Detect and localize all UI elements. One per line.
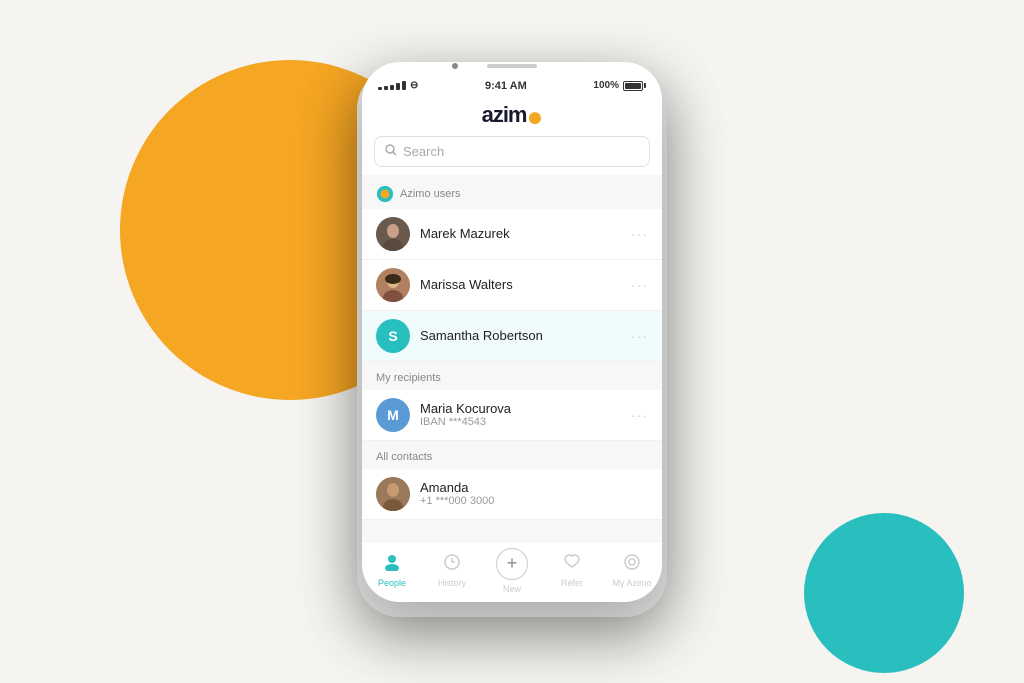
- avatar-marek: [376, 217, 410, 251]
- search-input-wrapper[interactable]: Search: [374, 136, 650, 167]
- contact-sub-maria: IBAN ***4543: [420, 416, 621, 428]
- all-contacts-label: All contacts: [376, 451, 432, 463]
- nav-new[interactable]: + New: [482, 548, 542, 594]
- app-header: azim●: [362, 96, 662, 136]
- more-icon-samantha[interactable]: ···: [631, 328, 648, 344]
- contact-amanda[interactable]: Amanda +1 ***000 3000: [362, 469, 662, 520]
- scene: ⊖ 9:41 AM 100% azim●: [292, 22, 732, 662]
- search-placeholder: Search: [403, 144, 444, 159]
- wifi-icon: ⊖: [410, 80, 418, 91]
- contact-name-amanda: Amanda: [420, 480, 648, 495]
- battery-percent: 100%: [593, 80, 619, 91]
- people-icon: [383, 553, 401, 576]
- contact-info-amanda: Amanda +1 ***000 3000: [420, 480, 648, 507]
- phone-frame: ⊖ 9:41 AM 100% azim●: [362, 62, 662, 602]
- nav-new-label: New: [503, 584, 521, 594]
- status-right: 100%: [593, 80, 646, 91]
- more-icon-marissa[interactable]: ···: [631, 277, 648, 293]
- section-my-recipients: My recipients: [362, 362, 662, 390]
- phone-top-bar: [362, 62, 662, 72]
- section-azimo-users: Azimo users: [362, 175, 662, 209]
- contact-marek[interactable]: Marek Mazurek ···: [362, 209, 662, 260]
- status-time: 9:41 AM: [485, 80, 527, 92]
- status-bar: ⊖ 9:41 AM 100%: [362, 72, 662, 96]
- contact-samantha[interactable]: S Samantha Robertson ···: [362, 311, 662, 362]
- nav-add-button[interactable]: +: [496, 548, 528, 580]
- search-icon: [385, 144, 397, 159]
- contact-info-maria: Maria Kocurova IBAN ***4543: [420, 401, 621, 428]
- nav-refer-label: Refer: [561, 578, 583, 588]
- azimo-section-icon: [376, 185, 394, 203]
- status-left: ⊖: [378, 80, 418, 91]
- signal-icon: [378, 81, 406, 90]
- avatar-letter-samantha: S: [388, 328, 397, 344]
- avatar-marissa: [376, 268, 410, 302]
- bottom-nav: People History +: [362, 541, 662, 602]
- my-recipients-label: My recipients: [376, 372, 441, 384]
- contact-info-samantha: Samantha Robertson: [420, 328, 621, 343]
- nav-my-azimo[interactable]: My Azimo: [602, 553, 662, 588]
- nav-people-label: People: [378, 578, 406, 588]
- more-icon-marek[interactable]: ···: [631, 226, 648, 242]
- azimo-users-label: Azimo users: [400, 188, 461, 200]
- contact-info-marek: Marek Mazurek: [420, 226, 621, 241]
- contact-marissa[interactable]: Marissa Walters ···: [362, 260, 662, 311]
- bg-teal-circle: [804, 513, 964, 673]
- more-icon-maria[interactable]: ···: [631, 407, 648, 423]
- contact-name-maria: Maria Kocurova: [420, 401, 621, 416]
- my-azimo-icon: [623, 553, 641, 576]
- battery-icon: [623, 81, 646, 91]
- contact-name-samantha: Samantha Robertson: [420, 328, 621, 343]
- search-bar: Search: [374, 136, 650, 167]
- nav-history[interactable]: History: [422, 553, 482, 588]
- contact-sub-amanda: +1 ***000 3000: [420, 495, 648, 507]
- nav-my-azimo-label: My Azimo: [612, 578, 651, 588]
- section-all-contacts: All contacts: [362, 441, 662, 469]
- phone-speaker: [487, 64, 537, 68]
- contact-name-marek: Marek Mazurek: [420, 226, 621, 241]
- avatar-amanda: [376, 477, 410, 511]
- avatar-letter-maria: M: [387, 407, 399, 423]
- avatar-maria: M: [376, 398, 410, 432]
- refer-icon: [563, 553, 581, 576]
- nav-people[interactable]: People: [362, 553, 422, 588]
- content-area: Azimo users Marek Mazurek ···: [362, 175, 662, 541]
- phone-camera: [452, 63, 458, 69]
- nav-refer[interactable]: Refer: [542, 553, 602, 588]
- nav-history-label: History: [438, 578, 466, 588]
- history-icon: [443, 553, 461, 576]
- avatar-samantha: S: [376, 319, 410, 353]
- contact-maria[interactable]: M Maria Kocurova IBAN ***4543 ···: [362, 390, 662, 441]
- contact-name-marissa: Marissa Walters: [420, 277, 621, 292]
- phone-screen: ⊖ 9:41 AM 100% azim●: [362, 62, 662, 602]
- azimo-logo: azim●: [378, 102, 646, 128]
- plus-icon: +: [507, 553, 518, 574]
- contact-info-marissa: Marissa Walters: [420, 277, 621, 292]
